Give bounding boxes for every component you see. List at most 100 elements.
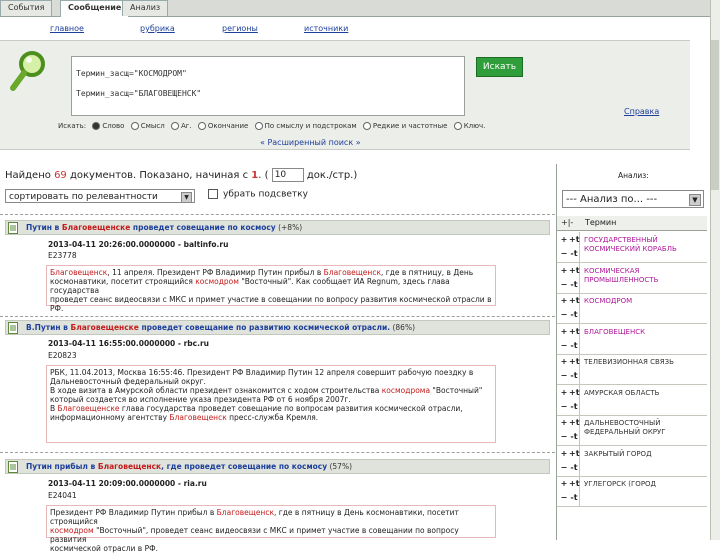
- exclude-term-button[interactable]: -t: [569, 310, 579, 319]
- result-meta: 2013-04-11 16:55:00.0000000 - rbc.ru: [48, 339, 210, 348]
- snippet-line: Президент РФ Владимир Путин прибыл в Бла…: [50, 508, 459, 526]
- term-controls: + +t − -t: [557, 323, 580, 354]
- result-id: E20823: [48, 351, 77, 360]
- term-column-header: Термин: [585, 218, 617, 227]
- radio-ending[interactable]: Окончание: [197, 122, 248, 130]
- include-plus-button[interactable]: +: [559, 357, 569, 366]
- snippet-line: Дальневосточный федеральный округ.: [50, 377, 206, 386]
- snippet-line: космонавтики, посетит строящийся космодр…: [50, 277, 450, 295]
- term-controls: + +t − -t: [557, 262, 580, 293]
- terms-table-header: +|- Термин: [557, 216, 707, 231]
- include-term-button[interactable]: +t: [569, 388, 580, 397]
- magnifier-icon: [10, 51, 45, 91]
- exclude-minus-button[interactable]: −: [559, 310, 569, 319]
- snippet-line: В ходе визита в Амурской области президе…: [50, 386, 483, 395]
- exclude-minus-button[interactable]: −: [559, 280, 569, 289]
- radio-substrings[interactable]: По смыслу и подстрокам: [254, 122, 357, 130]
- include-term-button[interactable]: +t: [569, 357, 580, 366]
- term-label[interactable]: Углегорск (город: [584, 480, 702, 489]
- exclude-minus-button[interactable]: −: [559, 432, 569, 441]
- include-plus-button[interactable]: +: [559, 479, 569, 488]
- chevron-down-icon: ▼: [689, 194, 701, 206]
- snippet-line: В Благовещенске глава государства провед…: [50, 404, 463, 413]
- exclude-minus-button[interactable]: −: [559, 341, 569, 350]
- scrollbar-thumb[interactable]: [711, 40, 719, 190]
- term-row: + +t − -t Космическая промышленность: [557, 262, 707, 294]
- exclude-minus-button[interactable]: −: [559, 402, 569, 411]
- exclude-minus-button[interactable]: −: [559, 463, 569, 472]
- tab-events[interactable]: События: [0, 0, 53, 16]
- radio-word[interactable]: Слово: [92, 122, 124, 130]
- query-line: Термин_засщ="КОСМОДРОМ": [76, 69, 187, 78]
- term-row: + +t − -t Телевизионная связь: [557, 354, 707, 385]
- snippet-line: космической отрасли в РФ.: [50, 544, 158, 553]
- exclude-term-button[interactable]: -t: [569, 463, 579, 472]
- term-row: + +t − -t Государственный космический корабл…: [557, 232, 707, 263]
- checkbox[interactable]: [208, 189, 218, 199]
- include-term-button[interactable]: +t: [569, 296, 580, 305]
- include-plus-button[interactable]: +: [559, 449, 569, 458]
- term-label[interactable]: Благовещенск: [584, 328, 702, 337]
- exclude-term-button[interactable]: -t: [569, 402, 579, 411]
- exclude-term-button[interactable]: -t: [569, 341, 579, 350]
- exclude-term-button[interactable]: -t: [569, 249, 579, 258]
- sort-select[interactable]: сортировать по релевантности ▼: [5, 189, 195, 203]
- radio-ag[interactable]: Аг.: [170, 122, 192, 130]
- tab-analysis[interactable]: Анализ: [122, 0, 169, 16]
- result-title-link[interactable]: В.Путин в Благовещенске проведет совещан…: [26, 323, 415, 332]
- include-plus-button[interactable]: +: [559, 235, 569, 244]
- per-page-select[interactable]: 10: [271, 168, 304, 182]
- subnav-main[interactable]: главное: [50, 24, 84, 33]
- include-term-button[interactable]: +t: [569, 266, 580, 275]
- include-term-button[interactable]: +t: [569, 449, 580, 458]
- subnav-rubric[interactable]: рубрика: [140, 24, 175, 33]
- query-textarea[interactable]: Термин_засщ="КОСМОДРОМ" Термин_засщ="БЛА…: [71, 56, 465, 116]
- term-label[interactable]: Закрытый город: [584, 450, 702, 459]
- include-term-button[interactable]: +t: [569, 235, 580, 244]
- include-term-button[interactable]: +t: [569, 479, 580, 488]
- term-label[interactable]: Дальневосточный федеральный округ: [584, 419, 702, 437]
- query-line: Термин_засщ="БЛАГОВЕЩЕНСК": [76, 89, 202, 98]
- include-plus-button[interactable]: +: [559, 388, 569, 397]
- exclude-term-button[interactable]: -t: [569, 371, 579, 380]
- plus-minus-header: +|-: [561, 218, 574, 227]
- exclude-minus-button[interactable]: −: [559, 493, 569, 502]
- radio-key[interactable]: Ключ.: [453, 122, 485, 130]
- exclude-term-button[interactable]: -t: [569, 432, 579, 441]
- document-icon: [8, 461, 18, 473]
- term-controls: + +t − -t: [557, 415, 580, 445]
- subnav-regions[interactable]: регионы: [222, 24, 258, 33]
- include-plus-button[interactable]: +: [559, 418, 569, 427]
- include-term-button[interactable]: +t: [569, 327, 580, 336]
- term-row: + +t − -t Закрытый город: [557, 445, 707, 477]
- snippet-line: Благовещенск, 11 апреля. Президент РФ Вл…: [50, 268, 474, 277]
- radio-frequency[interactable]: Редкие и частотные: [362, 122, 447, 130]
- analysis-select[interactable]: --- Анализ по... --- ▼: [562, 190, 704, 208]
- subnav-sources[interactable]: источники: [304, 24, 348, 33]
- term-controls: + +t − -t: [557, 445, 580, 476]
- include-plus-button[interactable]: +: [559, 296, 569, 305]
- snippet-line: РБК, 11.04.2013, Москва 16:55:46. Презид…: [50, 368, 474, 377]
- snippet-line: информационному агентству Благовещенск п…: [50, 413, 319, 422]
- term-label[interactable]: Космическая промышленность: [584, 267, 702, 285]
- exclude-minus-button[interactable]: −: [559, 249, 569, 258]
- tab-message[interactable]: Сообщение: [60, 0, 130, 17]
- include-plus-button[interactable]: +: [559, 327, 569, 336]
- term-label[interactable]: Государственный космический корабль: [584, 236, 702, 254]
- exclude-term-button[interactable]: -t: [569, 493, 579, 502]
- exclude-minus-button[interactable]: −: [559, 371, 569, 380]
- term-label[interactable]: Телевизионная связь: [584, 358, 702, 367]
- result-title-link[interactable]: Путин в Благовещенске проведет совещание…: [26, 223, 302, 232]
- advanced-search-link[interactable]: « Расширенный поиск »: [260, 138, 361, 147]
- result-title-link[interactable]: Путин прибыл в Благовещенск, где проведе…: [26, 462, 352, 471]
- term-label[interactable]: Амурская область: [584, 389, 702, 398]
- help-link[interactable]: Справка: [624, 107, 659, 116]
- include-plus-button[interactable]: +: [559, 266, 569, 275]
- snippet-line: проведет сеанс видеосвязи с МКС и примет…: [50, 295, 492, 313]
- exclude-term-button[interactable]: -t: [569, 280, 579, 289]
- no-highlight-toggle[interactable]: убрать подсветку: [208, 189, 308, 200]
- include-term-button[interactable]: +t: [569, 418, 580, 427]
- search-button[interactable]: Искать: [476, 57, 523, 77]
- radio-meaning[interactable]: Смысл: [130, 122, 165, 130]
- term-label[interactable]: Космодром: [584, 297, 702, 306]
